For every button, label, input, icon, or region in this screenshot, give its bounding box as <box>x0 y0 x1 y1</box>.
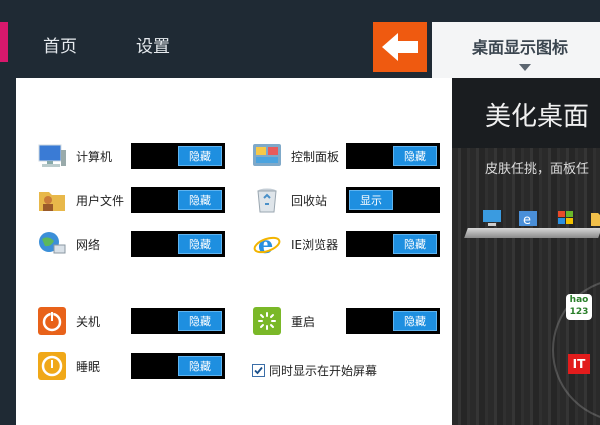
arrow-left-icon <box>382 33 418 61</box>
item-restart-label: 重启 <box>291 314 316 329</box>
item-control-panel-label: 控制面板 <box>291 149 340 164</box>
user-files-toggle-button[interactable]: 隐藏 <box>178 190 222 210</box>
network-globe-icon <box>36 228 68 260</box>
restart-toggle-button[interactable]: 隐藏 <box>393 311 437 331</box>
back-button[interactable] <box>373 22 427 72</box>
tab-desktop-icons[interactable]: 桌面显示图标 <box>432 22 600 78</box>
ie-toggle[interactable]: 隐藏 <box>346 231 440 257</box>
checkmark-icon <box>254 366 263 375</box>
network-toggle[interactable]: 隐藏 <box>131 231 225 257</box>
start-screen-checkbox[interactable] <box>252 364 265 377</box>
item-sleep-label: 睡眠 <box>76 359 101 374</box>
item-network-label: 网络 <box>76 237 101 252</box>
nav-home[interactable]: 首页 <box>43 32 77 57</box>
item-computer: 计算机 <box>36 140 128 172</box>
ie-browser-icon: e <box>251 228 283 260</box>
item-user-files-label: 用户文件 <box>76 193 125 208</box>
svg-text:e: e <box>258 230 273 258</box>
start-screen-option[interactable]: 同时显示在开始屏幕 <box>252 362 377 379</box>
power-icon <box>36 305 68 337</box>
sleep-toggle[interactable]: 隐藏 <box>131 353 225 379</box>
accent-strip <box>0 22 8 62</box>
hao123-line2: 123 <box>569 307 589 317</box>
control-panel-toggle[interactable]: 隐藏 <box>346 143 440 169</box>
nav-settings[interactable]: 设置 <box>136 32 170 57</box>
preview-title: 美化桌面 <box>485 102 590 132</box>
recycle-bin-icon <box>251 184 283 216</box>
item-ie: e IE浏览器 <box>251 228 343 260</box>
computer-icon <box>36 140 68 172</box>
item-ie-label: IE浏览器 <box>291 237 339 252</box>
sleep-toggle-button[interactable]: 隐藏 <box>178 356 222 376</box>
chevron-down-icon <box>519 64 531 71</box>
recycle-bin-toggle-button[interactable]: 显示 <box>349 190 393 210</box>
control-panel-toggle-button[interactable]: 隐藏 <box>393 146 437 166</box>
preview-subtitle: 皮肤任挑，面板任 <box>485 162 590 177</box>
recycle-bin-toggle[interactable]: 显示 <box>346 187 440 213</box>
tab-desktop-icons-label: 桌面显示图标 <box>472 38 569 57</box>
user-files-toggle[interactable]: 隐藏 <box>131 187 225 213</box>
item-shutdown-label: 关机 <box>76 314 101 329</box>
item-restart: 重启 <box>251 305 343 337</box>
item-network: 网络 <box>36 228 128 260</box>
theme-preview: 美化桌面 皮肤任挑，面板任 e hao 123 IT <box>452 78 600 425</box>
user-folder-icon <box>36 184 68 216</box>
item-sleep: 睡眠 <box>36 350 128 382</box>
item-recycle-bin: 回收站 <box>251 184 343 216</box>
control-panel-icon <box>251 140 283 172</box>
item-computer-label: 计算机 <box>76 149 113 164</box>
it-icon: IT <box>568 354 590 374</box>
computer-toggle[interactable]: 隐藏 <box>131 143 225 169</box>
item-control-panel: 控制面板 <box>251 140 343 172</box>
item-user-files: 用户文件 <box>36 184 128 216</box>
hao123-line1: hao <box>569 295 589 305</box>
svg-text:e: e <box>523 213 531 228</box>
shutdown-toggle-button[interactable]: 隐藏 <box>178 311 222 331</box>
start-screen-label: 同时显示在开始屏幕 <box>269 364 378 378</box>
sleep-icon <box>36 350 68 382</box>
folder-mini-icon <box>591 213 600 226</box>
computer-mini-icon <box>483 210 501 226</box>
shutdown-toggle[interactable]: 隐藏 <box>131 308 225 334</box>
network-toggle-button[interactable]: 隐藏 <box>178 234 222 254</box>
top-bar: 首页 设置 桌面显示图标 <box>0 0 600 78</box>
computer-toggle-button[interactable]: 隐藏 <box>178 146 222 166</box>
ie-toggle-button[interactable]: 隐藏 <box>393 234 437 254</box>
restart-icon <box>251 305 283 337</box>
item-recycle-bin-label: 回收站 <box>291 193 328 208</box>
item-shutdown: 关机 <box>36 305 128 337</box>
ie-mini-icon: e <box>519 211 537 228</box>
windows-mini-icon <box>558 211 573 224</box>
preview-shelf <box>464 228 600 238</box>
restart-toggle[interactable]: 隐藏 <box>346 308 440 334</box>
hao123-icon: hao 123 <box>566 294 592 320</box>
